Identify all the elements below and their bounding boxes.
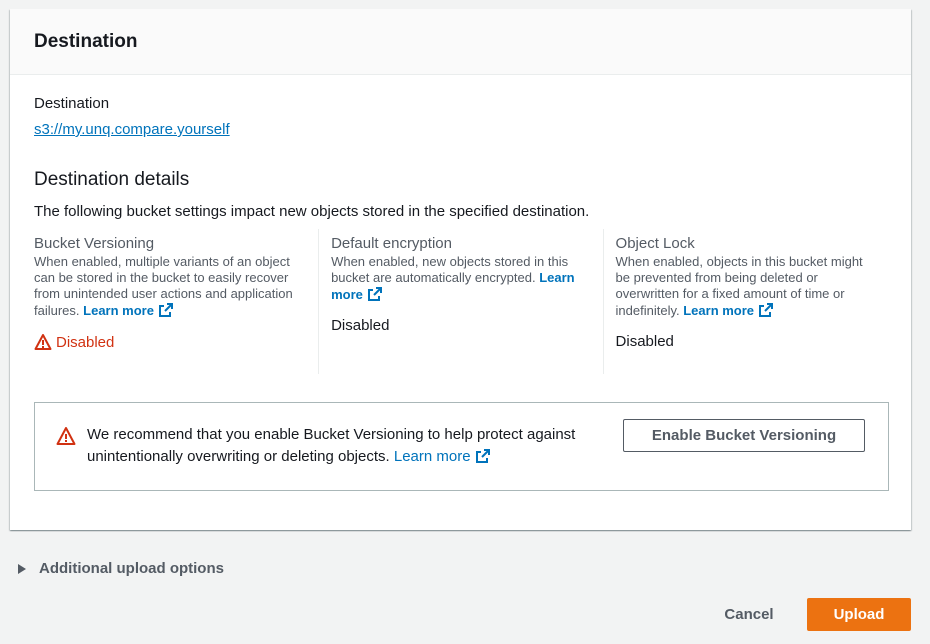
enable-bucket-versioning-button[interactable]: Enable Bucket Versioning [623,419,865,452]
learn-more-link[interactable]: Learn more [83,303,174,318]
external-link-icon [759,303,774,317]
external-link-icon [158,303,173,317]
panel-body: Destination s3://my.unq.compare.yourself… [10,75,911,374]
warning-icon [34,334,52,350]
setting-desc-text: When enabled, new objects stored in this… [331,254,569,285]
additional-upload-options-label: Additional upload options [39,560,224,577]
learn-more-link[interactable]: Learn more [394,448,491,465]
destination-details-desc: The following bucket settings impact new… [34,203,590,220]
learn-more-link[interactable]: Learn more [683,303,774,318]
external-link-icon [475,449,490,463]
versioning-alert: We recommend that you enable Bucket Vers… [34,402,889,491]
warning-icon [56,427,76,445]
alert-message: We recommend that you enable Bucket Vers… [87,424,607,468]
setting-title: Default encryption [331,235,452,252]
status-text: Disabled [331,317,390,334]
cancel-button[interactable]: Cancel [712,598,786,631]
upload-button[interactable]: Upload [807,598,911,631]
additional-upload-options-toggle[interactable]: Additional upload options [18,560,224,577]
panel-title: Destination [34,30,138,52]
external-link-icon [367,287,382,301]
setting-desc: When enabled, multiple variants of an ob… [34,254,308,319]
destination-link[interactable]: s3://my.unq.compare.yourself [34,121,230,138]
destination-details-title: Destination details [34,169,190,190]
setting-title: Bucket Versioning [34,235,155,252]
status-badge: Disabled [331,317,592,334]
settings-columns: Bucket Versioning When enabled, multiple… [34,229,887,374]
learn-more-label: Learn more [683,303,755,318]
alert-text: We recommend that you enable Bucket Vers… [87,426,576,465]
status-badge: Disabled [616,333,877,350]
learn-more-label: Learn more [83,303,154,318]
status-text: Disabled [615,333,674,350]
status-text: Disabled [56,333,115,351]
panel-header: Destination [10,9,911,75]
setting-object-lock: Object Lock When enabled, objects in thi… [602,229,887,374]
learn-more-label: Learn more [393,448,471,465]
destination-label: Destination [34,95,110,112]
setting-title: Object Lock [615,235,695,252]
setting-desc: When enabled, new objects stored in this… [331,254,592,303]
setting-desc: When enabled, objects in this bucket mig… [616,254,877,319]
setting-bucket-versioning: Bucket Versioning When enabled, multiple… [34,229,318,374]
destination-panel: Destination Destination s3://my.unq.comp… [10,9,911,530]
status-badge: Disabled [34,333,308,351]
caret-right-icon [18,563,26,574]
setting-default-encryption: Default encryption When enabled, new obj… [318,229,602,374]
